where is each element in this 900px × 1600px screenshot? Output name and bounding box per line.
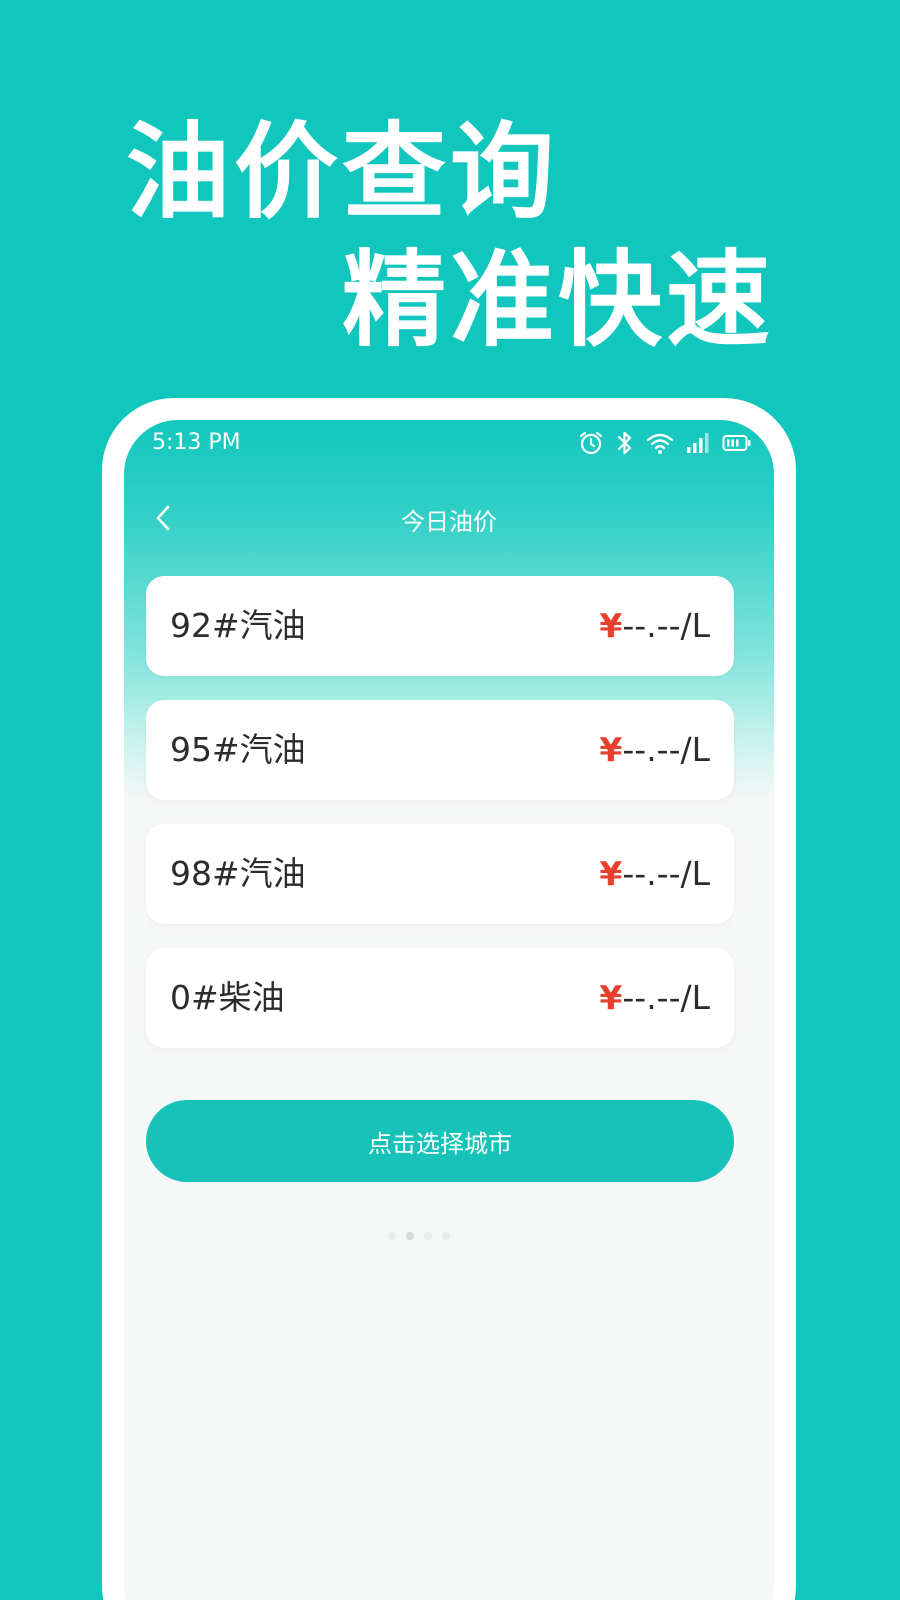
price-value: --.--/L [622, 978, 710, 1017]
select-city-button[interactable]: 点击选择城市 [146, 1100, 734, 1182]
currency-symbol: ¥ [599, 730, 623, 769]
pager-dot [388, 1232, 396, 1240]
signal-icon [686, 432, 710, 454]
price-card-92: 92#汽油 ¥--.--/L [146, 576, 734, 676]
fuel-name: 95#汽油 [170, 730, 306, 769]
nav-bar: 今日油价 [124, 490, 774, 550]
status-icons [578, 430, 752, 456]
price-card-98: 98#汽油 ¥--.--/L [146, 824, 734, 924]
fuel-price: ¥--.--/L [599, 606, 710, 646]
pager-dot [424, 1232, 432, 1240]
fuel-name: 92#汽油 [170, 606, 306, 645]
phone-screen: 5:13 PM 今日油价 92#汽油 ¥--.--/L 95#汽油 ¥--.--… [124, 420, 774, 1600]
bluetooth-icon [616, 430, 634, 456]
price-value: --.--/L [622, 854, 710, 893]
status-bar: 5:13 PM [124, 420, 774, 470]
fuel-price: ¥--.--/L [599, 978, 710, 1018]
pager-dot-active [406, 1232, 414, 1240]
status-time: 5:13 PM [152, 430, 241, 455]
currency-symbol: ¥ [599, 606, 623, 645]
fuel-price: ¥--.--/L [599, 730, 710, 770]
pager-dots [388, 1232, 450, 1240]
currency-symbol: ¥ [599, 854, 623, 893]
page-title: 今日油价 [401, 508, 497, 536]
pager-dot [442, 1232, 450, 1240]
alarm-icon [578, 430, 604, 456]
price-value: --.--/L [622, 730, 710, 769]
promo-headline-2: 精准快速 [342, 239, 775, 361]
currency-symbol: ¥ [599, 978, 623, 1017]
price-card-95: 95#汽油 ¥--.--/L [146, 700, 734, 800]
promo-page: 油价查询 精准快速 5:13 PM 今日油价 92#汽油 ¥--.--/L 95… [0, 0, 900, 1600]
fuel-name: 0#柴油 [170, 978, 285, 1017]
price-card-0-diesel: 0#柴油 ¥--.--/L [146, 948, 734, 1048]
price-list: 92#汽油 ¥--.--/L 95#汽油 ¥--.--/L 98#汽油 ¥--.… [146, 576, 734, 1072]
promo-headline-1: 油价查询 [126, 111, 559, 233]
fuel-name: 98#汽油 [170, 854, 306, 893]
battery-icon [722, 433, 752, 453]
fuel-price: ¥--.--/L [599, 854, 710, 894]
wifi-icon [646, 431, 674, 455]
price-value: --.--/L [622, 606, 710, 645]
